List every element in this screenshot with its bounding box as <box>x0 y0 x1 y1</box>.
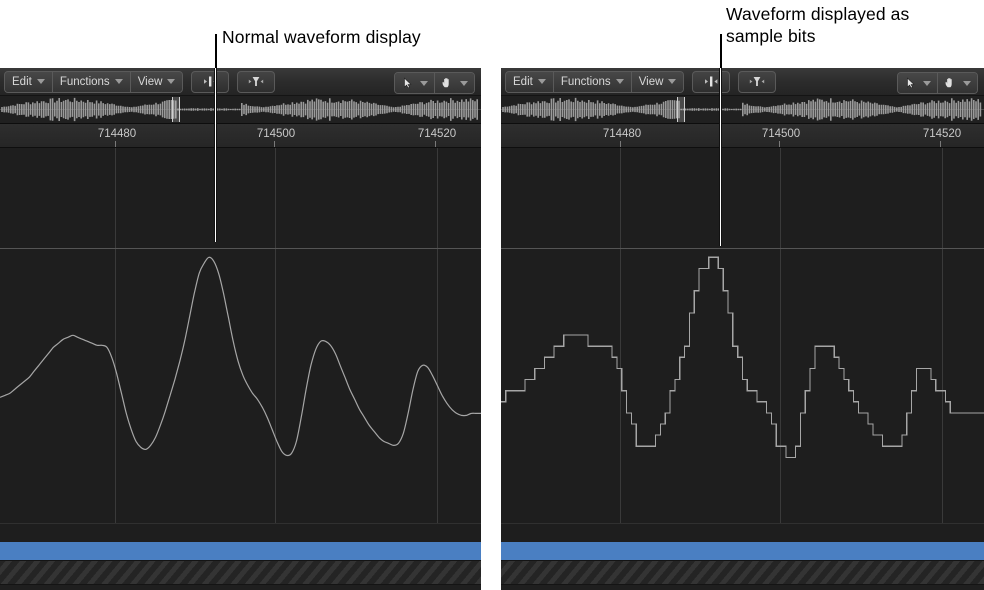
view-menu[interactable]: View <box>631 71 684 92</box>
edit-menu[interactable]: Edit <box>5 71 53 92</box>
functions-menu[interactable]: Functions <box>52 71 131 92</box>
callout-label-right: Waveform displayed as sample bits <box>726 4 910 46</box>
waveform-display[interactable] <box>501 148 984 523</box>
overview-selection-marker[interactable] <box>677 97 685 122</box>
chevron-down-icon <box>36 79 45 84</box>
funnel-icon <box>750 77 765 86</box>
functions-menu-label: Functions <box>59 75 110 88</box>
chevron-down-icon <box>963 80 971 86</box>
edit-menu-label: Edit <box>12 75 32 88</box>
ruler-tick <box>274 141 275 147</box>
chevron-down-icon <box>668 79 677 84</box>
lower-spacer <box>501 585 984 590</box>
callout-line-right-upper <box>720 34 722 68</box>
arrow-cursor-icon <box>907 77 915 89</box>
chevron-down-icon <box>114 79 123 84</box>
callout-line-left-upper <box>215 34 217 68</box>
pointer-tool-button[interactable] <box>898 73 938 93</box>
toolbar: Edit Functions View <box>501 68 984 96</box>
tool-selector-group <box>897 72 978 94</box>
menu-bar: Edit Functions View <box>505 70 685 93</box>
funnel-icon <box>249 77 264 86</box>
filter-button[interactable] <box>738 70 777 93</box>
ruler-label: 714520 <box>922 128 962 140</box>
functions-menu[interactable]: Functions <box>553 71 632 92</box>
view-menu[interactable]: View <box>130 71 183 92</box>
snap-to-zero-crossing-button[interactable] <box>191 70 230 93</box>
timeline-ruler[interactable]: 714480 714500 714520 <box>501 124 984 148</box>
ruler-tick <box>940 141 941 147</box>
edit-menu[interactable]: Edit <box>506 71 554 92</box>
ruler-label: 714500 <box>256 128 296 140</box>
callout-line-left-lower <box>214 68 217 242</box>
toolbar: Edit Functions View <box>0 68 481 96</box>
ruler-tick <box>779 141 780 147</box>
overview-waveform-graphic <box>1 97 478 122</box>
chevron-down-icon <box>460 80 468 86</box>
ruler-label: 714500 <box>761 128 801 140</box>
pointer-tool-button[interactable] <box>395 73 435 93</box>
overview-waveform-strip[interactable] <box>501 96 984 124</box>
selection-range-bar[interactable] <box>501 542 984 560</box>
bar-arrows-icon <box>705 76 718 87</box>
overview-waveform-strip[interactable] <box>0 96 481 124</box>
ruler-tick <box>620 141 621 147</box>
callout-line-right-lower <box>719 68 722 246</box>
chevron-down-icon <box>615 79 624 84</box>
timeline-ruler[interactable]: 714480 714500 714520 <box>0 124 481 148</box>
waveform-display[interactable] <box>0 148 481 523</box>
edit-menu-label: Edit <box>513 75 533 88</box>
ruler-label: 714480 <box>602 128 642 140</box>
ruler-label: 714480 <box>97 128 137 140</box>
callout-label-left: Normal waveform display <box>222 27 421 47</box>
functions-menu-label: Functions <box>560 75 611 88</box>
hatched-region-strip <box>501 560 984 585</box>
selection-range-bar[interactable] <box>0 542 481 560</box>
hand-icon <box>442 77 449 88</box>
hatched-region-strip <box>0 560 481 585</box>
chevron-down-icon <box>167 79 176 84</box>
filter-button[interactable] <box>237 70 276 93</box>
view-menu-label: View <box>638 75 664 88</box>
hand-icon <box>945 77 952 88</box>
chevron-down-icon <box>420 80 428 86</box>
sample-bits-waveform-panel: Edit Functions View 714480 714500 714520 <box>501 68 984 590</box>
chevron-down-icon <box>923 80 931 86</box>
overview-waveform-graphic <box>502 97 982 122</box>
overview-selection-marker[interactable] <box>172 97 180 122</box>
tool-selector-group <box>394 72 475 94</box>
waveform-comparison-figure: Normal waveform display Waveform displaye… <box>0 0 984 590</box>
menu-bar: Edit Functions View <box>4 70 184 93</box>
ruler-label: 714520 <box>417 128 457 140</box>
hand-tool-button[interactable] <box>938 73 977 93</box>
lower-spacer <box>0 585 481 590</box>
view-menu-label: View <box>137 75 163 88</box>
waveform-graphic <box>501 256 984 458</box>
arrow-cursor-icon <box>404 77 412 89</box>
snap-to-zero-crossing-button[interactable] <box>692 70 731 93</box>
ruler-tick <box>115 141 116 147</box>
chevron-down-icon <box>537 79 546 84</box>
waveform-graphic <box>0 256 481 457</box>
hand-tool-button[interactable] <box>435 73 474 93</box>
ruler-tick <box>435 141 436 147</box>
track-spacer <box>0 523 481 542</box>
track-spacer <box>501 523 984 542</box>
normal-waveform-panel: Edit Functions View 714480 714500 714520 <box>0 68 481 590</box>
